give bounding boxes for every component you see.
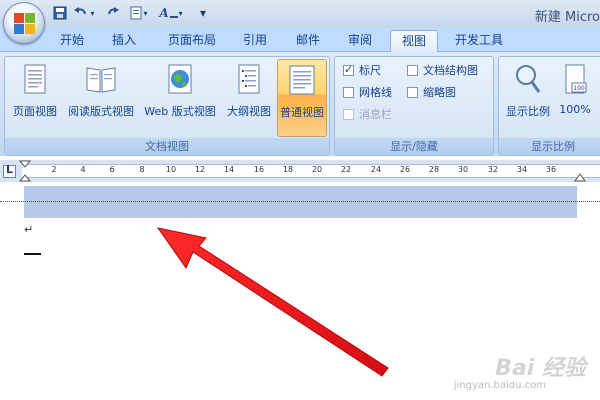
ruler-tick-label: 20 <box>311 165 323 174</box>
web-view-button[interactable]: Web 版式视图 <box>139 59 221 137</box>
ruler-tick-label: 8 <box>139 165 145 174</box>
zoom-button[interactable]: 显示比例 <box>501 59 555 137</box>
horizontal-ruler[interactable]: L <box>0 160 600 182</box>
watermark-sub: jingyan.baidu.com <box>453 380 546 391</box>
outline-view-label: 大纲视图 <box>227 105 271 118</box>
ruler-tick-label: 16 <box>253 165 265 174</box>
ruler-tick-label: 14 <box>223 165 235 174</box>
tab-insert[interactable]: 插入 <box>102 30 146 52</box>
tab-page-layout[interactable]: 页面布局 <box>156 30 228 52</box>
watermark: Bai 经验 jingyan.baidu.com <box>454 350 586 391</box>
ruler-tick-label: 18 <box>282 165 294 174</box>
save-icon[interactable] <box>52 5 68 21</box>
redo-icon[interactable] <box>104 5 122 21</box>
title-bar: ▾ ▾ A ▾ ▾ 新建 Micro <box>0 0 600 28</box>
thumbnails-check-box-icon <box>407 86 418 98</box>
outline-view-button[interactable]: 大纲视图 <box>221 59 277 137</box>
ruler-checkbox-label: 标尺 <box>359 64 381 77</box>
ruler-tick-label: 2 <box>51 165 57 174</box>
tab-selector[interactable]: L <box>3 163 16 178</box>
ruler-tick-label: 30 <box>457 165 469 174</box>
right-indent-marker-icon[interactable] <box>574 172 586 182</box>
undo-icon[interactable]: ▾ <box>72 5 96 21</box>
web-view-label: Web 版式视图 <box>144 105 216 118</box>
customize-icon[interactable]: ▾ <box>126 5 152 21</box>
zoom-group-title: 显示比例 <box>499 138 600 155</box>
gridlines-check-box-icon <box>343 86 354 98</box>
draft-view-icon <box>289 65 315 95</box>
svg-text:100: 100 <box>573 85 585 92</box>
message-bar-checkbox: 消息栏 <box>343 105 392 123</box>
page-view-label: 页面视图 <box>13 105 57 118</box>
ruler-tick-label: 22 <box>340 165 352 174</box>
ribbon: 页面视图 阅读版式视图 Web 版式视图 大纲视图 普通视图 文档视图 ✓ 标尺… <box>0 52 600 156</box>
ruler-tick-label: 6 <box>109 165 115 174</box>
show-hide-group-title: 显示/隐藏 <box>335 138 493 155</box>
tab-selector-label: L <box>6 163 14 176</box>
ruler-tick-label: 12 <box>194 165 206 174</box>
quick-access-more-icon[interactable]: ▾ <box>196 5 210 21</box>
document-views-group-title: 文档视图 <box>5 138 329 155</box>
reading-view-label: 阅读版式视图 <box>68 105 134 118</box>
zoom-100-icon: 100 <box>565 64 587 94</box>
show-hide-group: 标尺 网格线 消息栏 文档结构图 缩略图 显示/隐藏 <box>334 56 494 156</box>
ruler-tick-label: 36 <box>545 165 557 174</box>
message-bar-checkbox-label: 消息栏 <box>359 108 392 121</box>
web-view-icon <box>168 64 192 94</box>
ruler-check-box-icon <box>343 63 354 76</box>
thumbnails-checkbox[interactable]: 缩略图 <box>407 83 456 101</box>
message-bar-check-box-icon <box>343 108 354 120</box>
watermark-main: Bai 经验 <box>495 356 586 381</box>
ruler-checkbox[interactable]: 标尺 <box>343 61 381 79</box>
zoom-100-label: 100% <box>559 103 591 116</box>
tab-review[interactable]: 审阅 <box>338 30 382 52</box>
ruler-tick-label: 24 <box>370 165 382 174</box>
ruler-tick-label: 32 <box>487 165 499 174</box>
page-view-icon <box>24 64 46 94</box>
outline-view-icon <box>238 64 260 94</box>
ribbon-tab-bar: 开始 插入 页面布局 引用 邮件 审阅 视图 开发工具 <box>0 28 600 53</box>
text-cursor <box>24 253 41 255</box>
ruler-tick-label: 28 <box>428 165 440 174</box>
draft-view-label: 普通视图 <box>280 106 324 119</box>
page-break-line <box>0 201 600 202</box>
document-map-check-box-icon <box>407 64 418 76</box>
ruler-tick-label: 10 <box>165 165 177 174</box>
tab-developer[interactable]: 开发工具 <box>446 30 512 52</box>
ruler-tick-label: 26 <box>399 165 411 174</box>
zoom-label: 显示比例 <box>506 105 550 118</box>
quick-access-more-label: ▾ <box>199 6 207 20</box>
tab-home[interactable]: 开始 <box>50 30 94 52</box>
thumbnails-checkbox-label: 缩略图 <box>423 86 456 99</box>
magnifier-icon <box>516 65 541 93</box>
zoom-100-button[interactable]: 100 100% <box>555 59 595 137</box>
reading-view-icon <box>86 67 116 93</box>
reading-view-button[interactable]: 阅读版式视图 <box>63 59 139 137</box>
zoom-group: 显示比例 100 100% 显示比例 <box>498 56 600 156</box>
ruler-tick-label: 4 <box>80 165 86 174</box>
draft-view-button[interactable]: 普通视图 <box>277 59 327 137</box>
indent-marker-icon[interactable] <box>19 160 31 182</box>
ruler-tick-label: 34 <box>516 165 528 174</box>
office-button[interactable] <box>3 2 45 44</box>
gridlines-checkbox-label: 网格线 <box>359 86 392 99</box>
office-logo-icon <box>14 13 35 34</box>
text-style-icon[interactable]: A ▾ <box>156 5 186 21</box>
tab-references[interactable]: 引用 <box>234 30 276 52</box>
tab-view[interactable]: 视图 <box>390 30 438 53</box>
document-map-checkbox[interactable]: 文档结构图 <box>407 61 478 79</box>
window-title: 新建 Micro <box>534 10 600 25</box>
tab-mailings[interactable]: 邮件 <box>286 30 330 52</box>
page-view-button[interactable]: 页面视图 <box>7 59 63 137</box>
document-views-group: 页面视图 阅读版式视图 Web 版式视图 大纲视图 普通视图 文档视图 <box>4 56 330 156</box>
gridlines-checkbox[interactable]: 网格线 <box>343 83 392 101</box>
document-map-checkbox-label: 文档结构图 <box>423 64 478 77</box>
paragraph-mark: ↵ <box>24 223 34 236</box>
selected-text-highlight[interactable] <box>24 186 577 218</box>
